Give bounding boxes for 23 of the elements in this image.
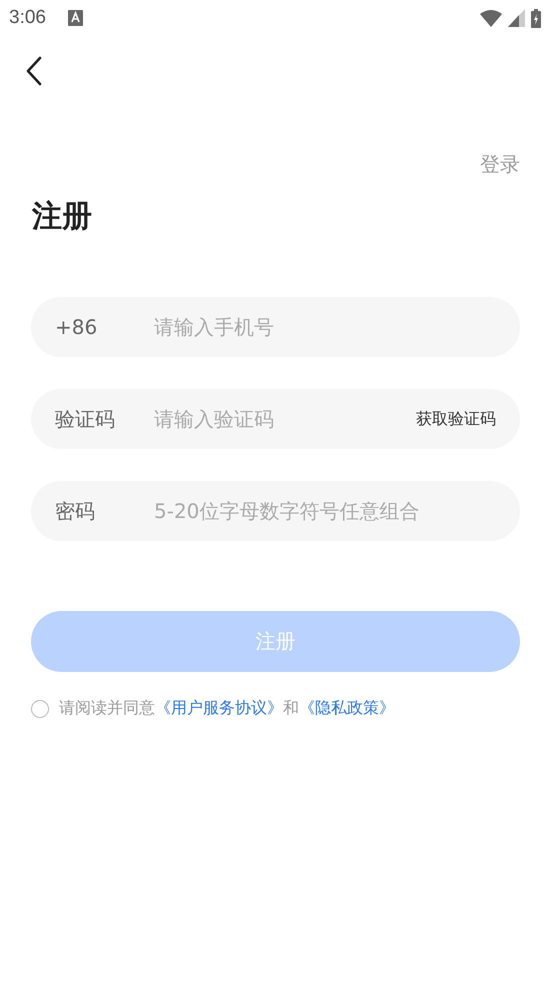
field-label: +86: [55, 315, 98, 339]
login-link[interactable]: 登录: [480, 151, 520, 178]
signal-icon: [508, 9, 525, 27]
input-field[interactable]: +86 请输入手机号: [31, 297, 520, 357]
agreement-link[interactable]: 《用户服务协议》: [155, 698, 283, 719]
status-time: 3:06: [9, 7, 46, 29]
text-input[interactable]: 请输入手机号: [154, 315, 496, 339]
get-code-button[interactable]: 获取验证码: [416, 408, 496, 430]
field-label: 验证码: [55, 406, 116, 432]
agreement-link[interactable]: 《隐私政策》: [299, 698, 395, 719]
input-field[interactable]: 密码 5-20位字母数字符号任意组合: [31, 481, 520, 541]
agreement-checkbox[interactable]: [31, 700, 49, 718]
input-field[interactable]: 验证码 请输入验证码 获取验证码: [31, 389, 520, 449]
page-title: 注册: [32, 198, 93, 236]
wifi-icon: [480, 9, 502, 27]
text-input[interactable]: 5-20位字母数字符号任意组合: [154, 499, 496, 523]
battery-charging-icon: [531, 8, 541, 28]
back-button[interactable]: [24, 55, 44, 87]
agreement-text: 请阅读并同意: [59, 698, 155, 719]
agreement-text: 和: [283, 698, 299, 719]
text-input[interactable]: 请输入验证码: [154, 407, 416, 431]
keyboard-notification-icon: [68, 10, 83, 26]
field-label: 密码: [55, 498, 96, 524]
